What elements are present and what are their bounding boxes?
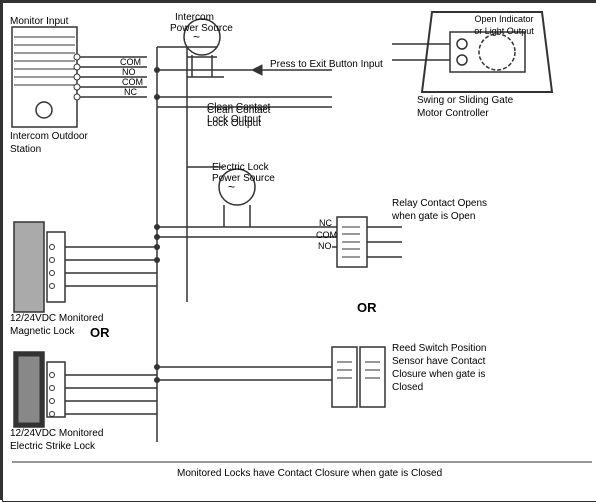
- wiring-diagram: Monitor Input COM NO COM NC ~ Intercom P…: [0, 0, 596, 500]
- svg-text:Monitor Input: Monitor Input: [10, 16, 69, 27]
- monitored-locks-note: Monitored Locks have Contact Closure whe…: [177, 467, 442, 480]
- svg-text:COM: COM: [122, 77, 143, 87]
- relay-contact-label: Relay Contact Openswhen gate is Open: [392, 197, 487, 223]
- svg-text:NO: NO: [318, 241, 332, 251]
- svg-text:Press to Exit Button Input: Press to Exit Button Input: [270, 59, 383, 70]
- svg-text:NC: NC: [319, 218, 332, 228]
- svg-text:NO: NO: [122, 67, 136, 77]
- clean-contact-label: Clean ContactLock Output: [207, 104, 270, 130]
- reed-switch-label: Reed Switch PositionSensor have ContactC…: [392, 342, 487, 394]
- svg-text:OR: OR: [357, 300, 377, 315]
- electric-strike-label: 12/24VDC MonitoredElectric Strike Lock: [10, 427, 103, 453]
- svg-text:Intercom: Intercom: [175, 12, 214, 23]
- svg-text:Power Source: Power Source: [212, 173, 275, 184]
- svg-text:NC: NC: [124, 87, 137, 97]
- motor-controller-label: Swing or Sliding GateMotor Controller: [417, 94, 513, 120]
- magnetic-lock-label: 12/24VDC MonitoredMagnetic Lock: [10, 312, 103, 338]
- svg-text:COM: COM: [316, 230, 337, 240]
- svg-text:Power Source: Power Source: [170, 23, 233, 34]
- open-indicator-label: Open Indicatoror Light Output: [449, 14, 559, 37]
- svg-text:COM: COM: [120, 57, 141, 67]
- intercom-outdoor-label: Intercom OutdoorStation: [10, 130, 88, 156]
